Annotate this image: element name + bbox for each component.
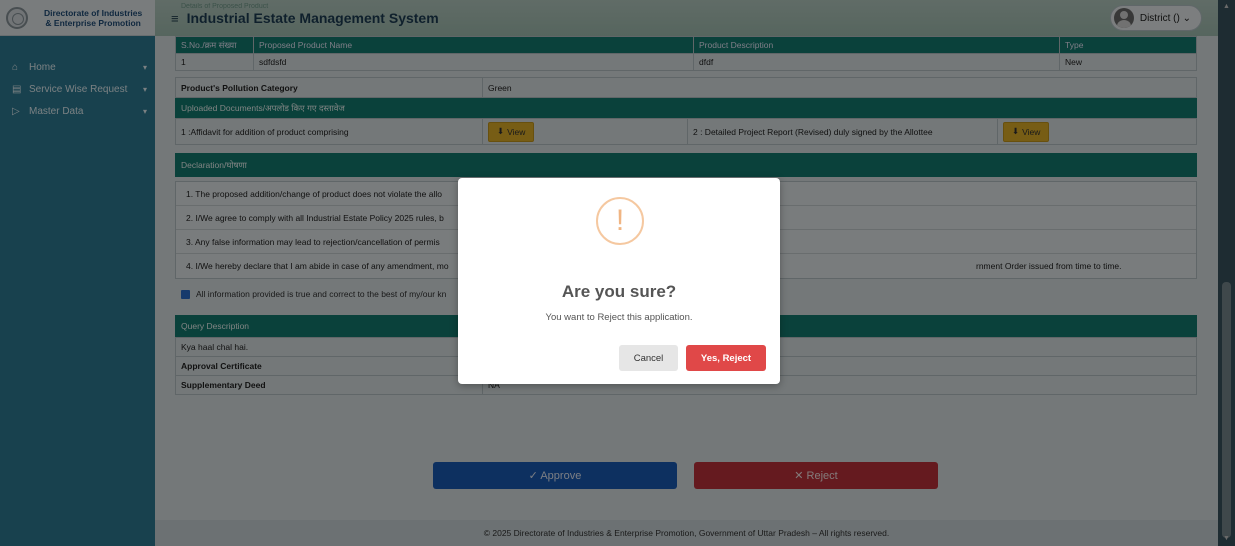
confirm-reject-button[interactable]: Yes, Reject [686, 345, 766, 371]
dialog-title: Are you sure? [561, 282, 677, 301]
confirm-dialog: ! Are you sure? You want to Reject this … [458, 178, 780, 384]
dialog-message: You want to Reject this application. [545, 312, 693, 323]
cancel-button[interactable]: Cancel [619, 345, 678, 371]
warning-icon: ! [596, 197, 644, 245]
